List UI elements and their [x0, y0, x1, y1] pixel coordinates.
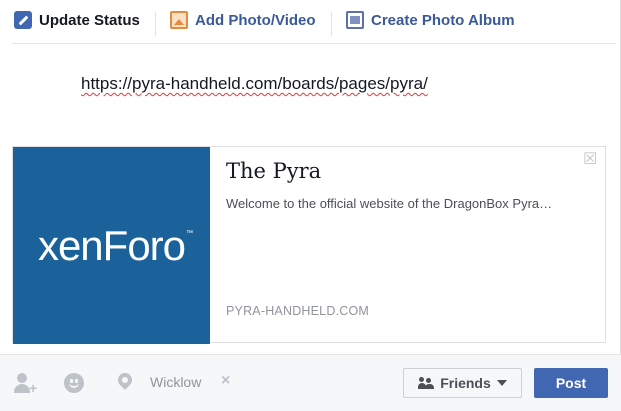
pencil-icon	[14, 11, 32, 29]
link-preview-card[interactable]: xenForo ™ The Pyra Welcome to the officia…	[12, 146, 606, 344]
album-icon	[346, 11, 364, 29]
composer-bottom-bar: + Wicklow × Friends Post	[0, 354, 621, 411]
tab-update-status[interactable]: Update Status	[14, 0, 140, 40]
feeling-icon[interactable]	[64, 373, 86, 395]
tab-create-photo-album[interactable]: Create Photo Album	[346, 0, 515, 40]
remove-location-icon[interactable]: ×	[221, 372, 230, 390]
link-preview-thumbnail: xenForo ™	[13, 147, 210, 344]
post-button[interactable]: Post	[534, 368, 608, 398]
photo-icon	[170, 11, 188, 29]
chevron-down-icon	[496, 380, 507, 386]
tab-label: Create Photo Album	[371, 11, 515, 29]
link-preview-description[interactable]: Welcome to the official website of the D…	[226, 196, 598, 211]
audience-label: Friends	[440, 375, 491, 391]
tag-friends-icon[interactable]: +	[14, 373, 37, 395]
audience-selector-button[interactable]: Friends	[403, 368, 522, 398]
logo-text: xenForo	[37, 221, 186, 269]
link-preview-domain: PYRA-HANDHELD.COM	[226, 304, 369, 318]
tab-add-photo-video[interactable]: Add Photo/Video	[170, 0, 316, 40]
link-preview-body: The Pyra Welcome to the official website…	[226, 147, 596, 344]
xenforo-logo: xenForo ™	[37, 221, 193, 270]
location-pin-icon[interactable]	[115, 370, 139, 395]
tab-label: Update Status	[39, 11, 140, 29]
close-preview-icon[interactable]: ☒	[583, 152, 597, 168]
link-preview-title[interactable]: The Pyra	[226, 159, 321, 183]
tab-divider	[331, 12, 332, 36]
composer-tabs: Update Status Add Photo/Video Create Pho…	[12, 0, 616, 44]
status-input[interactable]: https://pyra-handheld.com/boards/pages/p…	[81, 74, 428, 94]
location-label[interactable]: Wicklow	[150, 374, 201, 390]
tab-divider	[155, 12, 156, 36]
tab-label: Add Photo/Video	[195, 11, 316, 29]
status-text: https://pyra-handheld.com/boards/pages/p…	[81, 74, 428, 93]
friends-icon	[418, 377, 435, 389]
composer: Update Status Add Photo/Video Create Pho…	[0, 0, 621, 411]
logo-trademark: ™	[186, 229, 193, 237]
